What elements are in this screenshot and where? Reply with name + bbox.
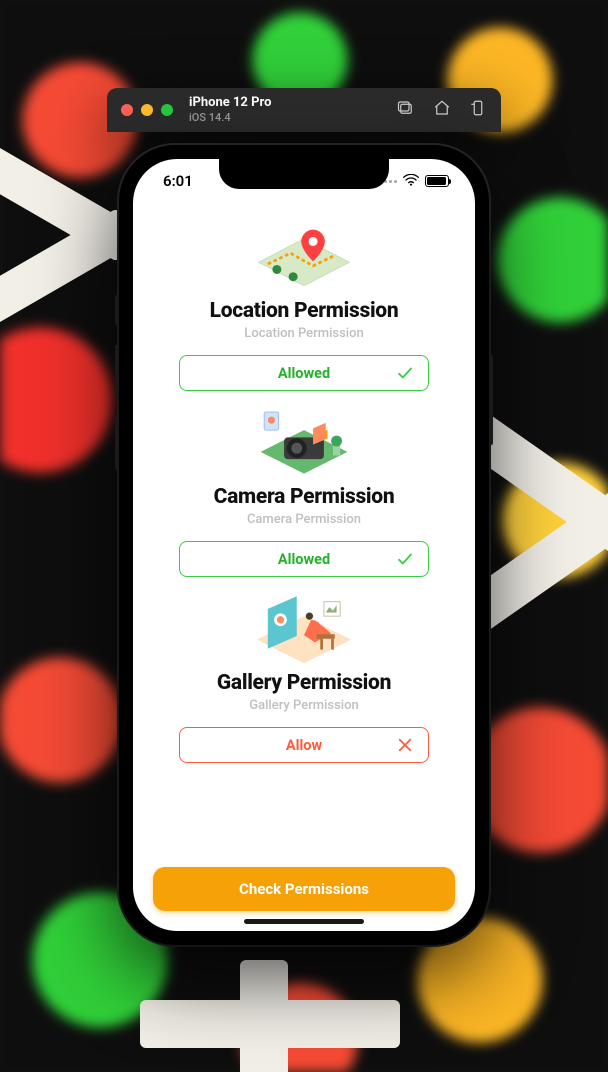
permission-button-label: Allowed — [278, 365, 330, 382]
wallpaper-decor — [240, 960, 288, 1072]
permission-subtitle: Camera Permission — [247, 512, 361, 527]
permission-title: Camera Permission — [214, 485, 395, 509]
status-time: 6:01 — [163, 172, 193, 190]
gallery-illustration — [249, 589, 359, 665]
check-icon — [396, 550, 414, 568]
battery-icon — [425, 175, 449, 187]
screenshot-icon[interactable] — [397, 99, 415, 121]
device-screen: 6:01 — [133, 159, 475, 931]
check-permissions-button[interactable]: Check Permissions — [153, 867, 455, 911]
device-notch — [219, 159, 389, 189]
permission-button-label: Allowed — [278, 551, 330, 568]
home-icon[interactable] — [433, 99, 451, 121]
simulator-titlebar[interactable]: iPhone 12 Pro iOS 14.4 — [107, 88, 501, 132]
window-traffic-lights — [121, 104, 173, 116]
window-close-button[interactable] — [121, 104, 133, 116]
check-permissions-label: Check Permissions — [239, 880, 369, 898]
permission-title: Location Permission — [210, 299, 399, 323]
volume-down-button — [115, 415, 119, 470]
check-icon — [396, 364, 414, 382]
device-frame: 6:01 — [119, 145, 489, 945]
permission-card-camera: Camera Permission Camera Permission Allo… — [153, 403, 455, 577]
simulator-device-name: iPhone 12 Pro — [189, 96, 271, 110]
simulator-title-block: iPhone 12 Pro iOS 14.4 — [189, 96, 271, 123]
wifi-icon — [403, 172, 419, 190]
volume-up-button — [115, 345, 119, 400]
window-minimize-button[interactable] — [141, 104, 153, 116]
window-zoom-button[interactable] — [161, 104, 173, 116]
permission-card-location: Location Permission Location Permission … — [153, 217, 455, 391]
permission-status-button[interactable]: Allowed — [179, 541, 429, 577]
location-illustration — [249, 217, 359, 293]
permission-card-gallery: Gallery Permission Gallery Permission Al… — [153, 589, 455, 763]
mute-switch — [115, 295, 119, 325]
simulator-os-version: iOS 14.4 — [189, 111, 271, 124]
home-indicator[interactable] — [244, 919, 364, 924]
permission-button-label: Allow — [286, 737, 322, 754]
permission-subtitle: Location Permission — [244, 326, 363, 341]
power-button — [489, 355, 493, 445]
permission-allow-button[interactable]: Allow — [179, 727, 429, 763]
permission-status-button[interactable]: Allowed — [179, 355, 429, 391]
camera-illustration — [249, 403, 359, 479]
close-icon — [396, 736, 414, 754]
permission-subtitle: Gallery Permission — [249, 698, 358, 713]
permission-title: Gallery Permission — [217, 671, 391, 695]
rotate-icon[interactable] — [469, 99, 487, 121]
